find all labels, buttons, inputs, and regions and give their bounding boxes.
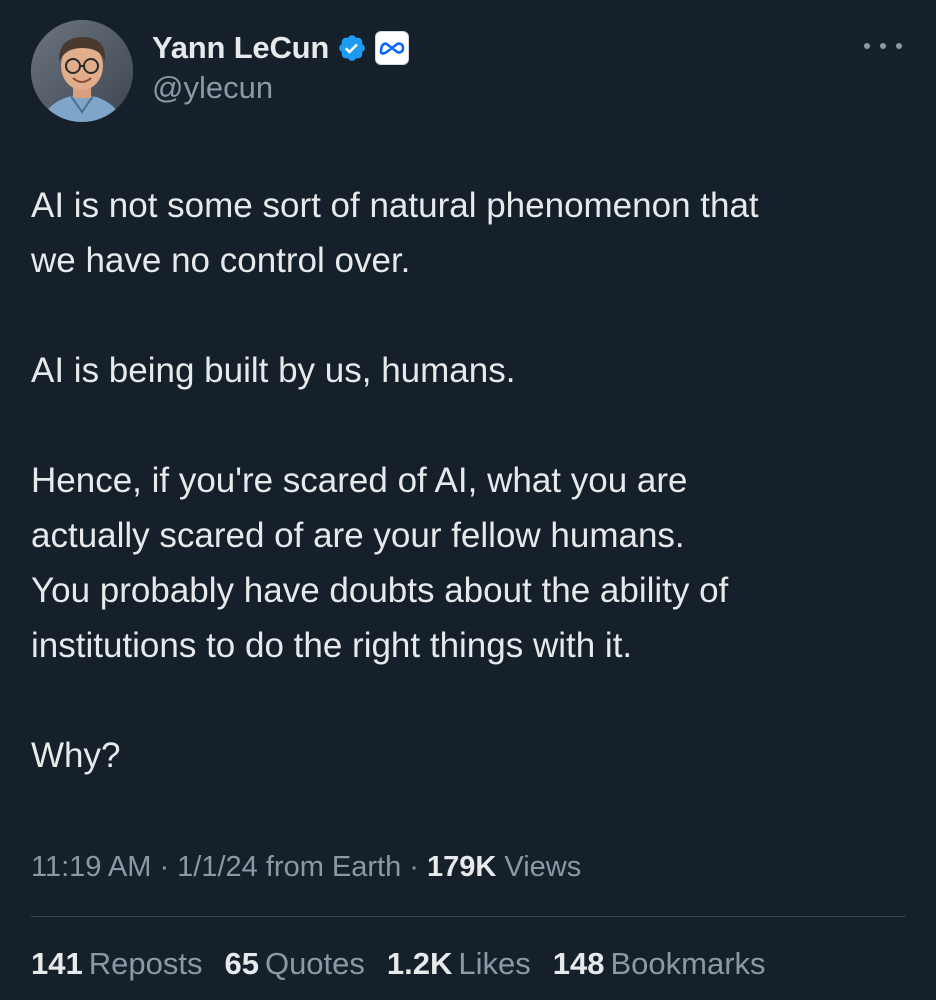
- stat-label: Reposts: [88, 946, 203, 981]
- tweet-source: from Earth: [257, 851, 402, 883]
- stat-count: 65: [224, 946, 259, 981]
- tweet-date[interactable]: 1/1/24: [177, 851, 258, 883]
- tweet-line: AI is not some sort of natural phenomeno…: [31, 186, 759, 225]
- author-name-row: Yann LeCun: [152, 28, 410, 68]
- tweet-text: AI is not some sort of natural phenomeno…: [31, 178, 911, 783]
- stat-reposts[interactable]: 141 Reposts: [31, 946, 202, 982]
- tweet-line: we have no control over.: [31, 241, 411, 280]
- more-dot: [896, 43, 902, 49]
- stat-bookmarks[interactable]: 148 Bookmarks: [553, 946, 766, 982]
- tweet-meta: 11:19 AM · 1/1/24 from Earth · 179K View…: [31, 845, 581, 889]
- stat-label: Quotes: [264, 946, 365, 981]
- engagement-stats: 141 Reposts 65 Quotes 1.2K Likes 148 Bookmar…: [31, 940, 766, 988]
- author-display-name[interactable]: Yann LeCun: [152, 30, 329, 66]
- views-label: Views: [496, 851, 582, 883]
- tweet-line: Why?: [31, 736, 121, 775]
- more-options-icon[interactable]: [864, 36, 902, 56]
- meta-separator: ·: [151, 851, 178, 883]
- stat-label: Likes: [458, 946, 531, 981]
- tweet-card: Yann LeCun @ylecun AI is not some sort o…: [0, 0, 936, 1000]
- stat-label: Bookmarks: [610, 946, 766, 981]
- tweet-line: Hence, if you're scared of AI, what you …: [31, 461, 688, 500]
- author-handle[interactable]: @ylecun: [152, 70, 273, 106]
- more-dot: [864, 43, 870, 49]
- tweet-line: AI is being built by us, humans.: [31, 351, 516, 390]
- stat-count: 148: [552, 946, 605, 981]
- stat-count: 141: [31, 946, 83, 981]
- divider: [31, 916, 906, 917]
- views-count[interactable]: 179K: [427, 851, 496, 883]
- avatar[interactable]: [31, 20, 133, 122]
- meta-logo-icon[interactable]: [375, 31, 410, 65]
- tweet-line: institutions to do the right things with…: [31, 626, 633, 665]
- meta-separator: ·: [401, 851, 428, 883]
- tweet-line: actually scared of are your fellow human…: [31, 516, 685, 555]
- stat-likes[interactable]: 1.2K Likes: [387, 946, 531, 982]
- tweet-line: You probably have doubts about the abili…: [31, 571, 729, 610]
- more-dot: [880, 43, 886, 49]
- tweet-time[interactable]: 11:19 AM: [31, 851, 151, 883]
- verified-badge-icon[interactable]: [337, 33, 367, 63]
- stat-quotes[interactable]: 65 Quotes: [224, 946, 364, 982]
- stat-count: 1.2K: [386, 946, 453, 981]
